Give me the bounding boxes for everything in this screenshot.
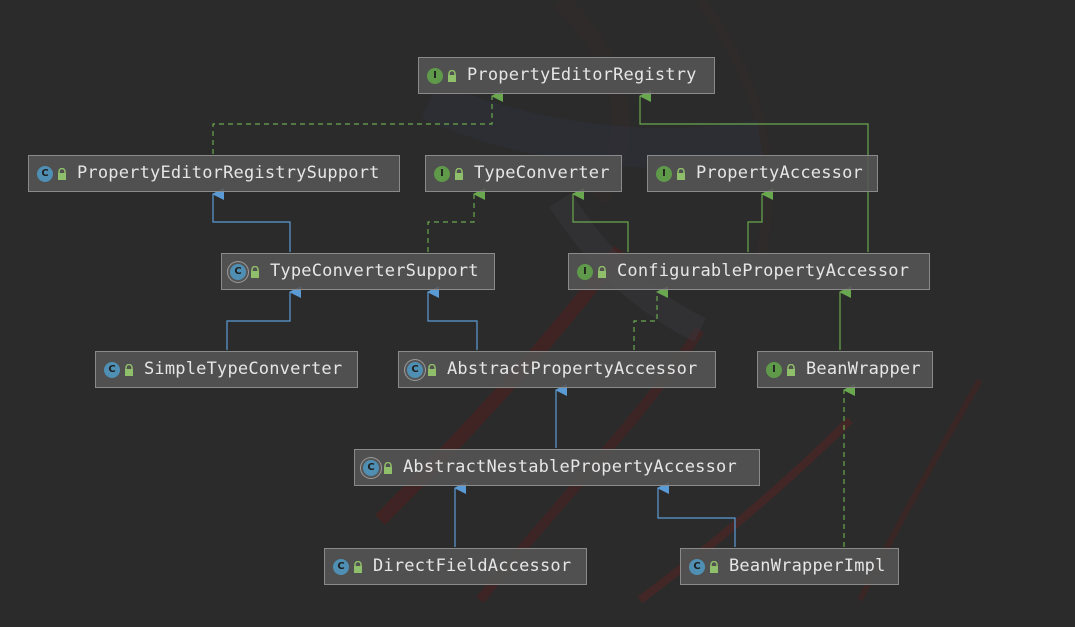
abstract-class-icon: C (407, 361, 423, 378)
node-label: PropertyEditorRegistrySupport (77, 163, 380, 183)
interface-icon: I (434, 165, 450, 182)
node-bean-wrapper[interactable]: I BeanWrapper (757, 351, 933, 388)
interface-icon: I (766, 361, 782, 378)
lock-icon (428, 363, 436, 376)
lock-icon (448, 69, 456, 82)
node-configurable-property-accessor[interactable]: I ConfigurablePropertyAccessor (568, 253, 930, 290)
node-bean-wrapper-impl[interactable]: C BeanWrapperImpl (680, 548, 899, 585)
node-label: TypeConverter (474, 163, 610, 183)
node-simple-type-converter[interactable]: C SimpleTypeConverter (95, 351, 358, 388)
node-type-converter[interactable]: I TypeConverter (425, 155, 622, 192)
class-icon: C (333, 558, 349, 575)
lock-icon (598, 265, 606, 278)
node-direct-field-accessor[interactable]: C DirectFieldAccessor (324, 548, 587, 585)
node-abstract-property-accessor[interactable]: C AbstractPropertyAccessor (398, 351, 716, 388)
node-label: PropertyEditorRegistry (467, 65, 697, 85)
edge-stc-extends-tcs (226, 286, 301, 350)
interface-icon: I (656, 165, 672, 182)
node-property-editor-registry-support[interactable]: C PropertyEditorRegistrySupport (28, 155, 400, 192)
class-icon: C (104, 361, 120, 378)
edge-tcs-implements-tc (427, 188, 485, 252)
node-label: AbstractNestablePropertyAccessor (403, 457, 737, 477)
node-label: BeanWrapperImpl (729, 556, 886, 576)
abstract-class-icon: C (363, 459, 379, 476)
lock-icon (58, 167, 66, 180)
lock-icon (455, 167, 463, 180)
lock-icon (125, 363, 133, 376)
abstract-class-icon: C (230, 263, 246, 280)
node-label: PropertyAccessor (696, 163, 863, 183)
interface-icon: I (427, 67, 443, 84)
edge-tcs-extends-pers (212, 188, 291, 252)
node-type-converter-support[interactable]: C TypeConverterSupport (221, 253, 495, 290)
edge-apa-implements-cpa (633, 286, 668, 350)
lock-icon (787, 363, 795, 376)
node-property-editor-registry[interactable]: I PropertyEditorRegistry (418, 57, 715, 94)
node-abstract-nestable-property-accessor[interactable]: C AbstractNestablePropertyAccessor (354, 449, 760, 486)
lock-icon (251, 265, 259, 278)
node-label: DirectFieldAccessor (373, 556, 572, 576)
node-label: TypeConverterSupport (270, 261, 479, 281)
edge-pers-implements-per (212, 90, 503, 154)
edge-cpa-extends-pa (747, 188, 773, 252)
node-label: BeanWrapper (806, 359, 921, 379)
lock-icon (710, 560, 718, 573)
node-label: ConfigurablePropertyAccessor (617, 261, 910, 281)
lock-icon (354, 560, 362, 573)
lock-icon (384, 461, 392, 474)
lock-icon (677, 167, 685, 180)
node-property-accessor[interactable]: I PropertyAccessor (647, 155, 878, 192)
edge-bwi-extends-anpa (657, 482, 736, 547)
edge-apa-extends-tcs (427, 286, 478, 350)
interface-icon: I (577, 263, 593, 280)
edge-cpa-extends-tc (572, 188, 629, 252)
class-icon: C (689, 558, 705, 575)
relationship-edges (212, 90, 869, 547)
node-label: SimpleTypeConverter (144, 359, 343, 379)
node-label: AbstractPropertyAccessor (447, 359, 698, 379)
class-icon: C (37, 165, 53, 182)
